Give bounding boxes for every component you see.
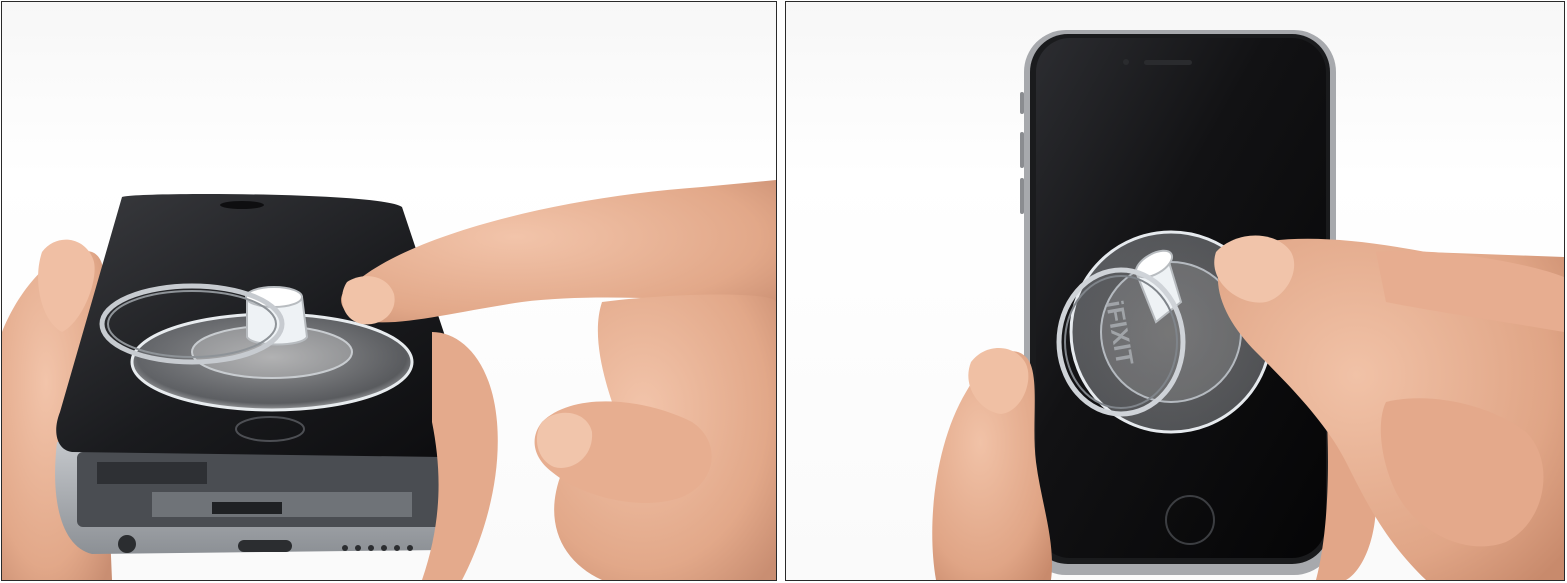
photo-left-panel — [1, 1, 777, 581]
photo-left — [2, 180, 776, 580]
photo-right: iFIXIT — [932, 30, 1564, 580]
photo-right-panel: iFIXIT — [785, 1, 1565, 581]
